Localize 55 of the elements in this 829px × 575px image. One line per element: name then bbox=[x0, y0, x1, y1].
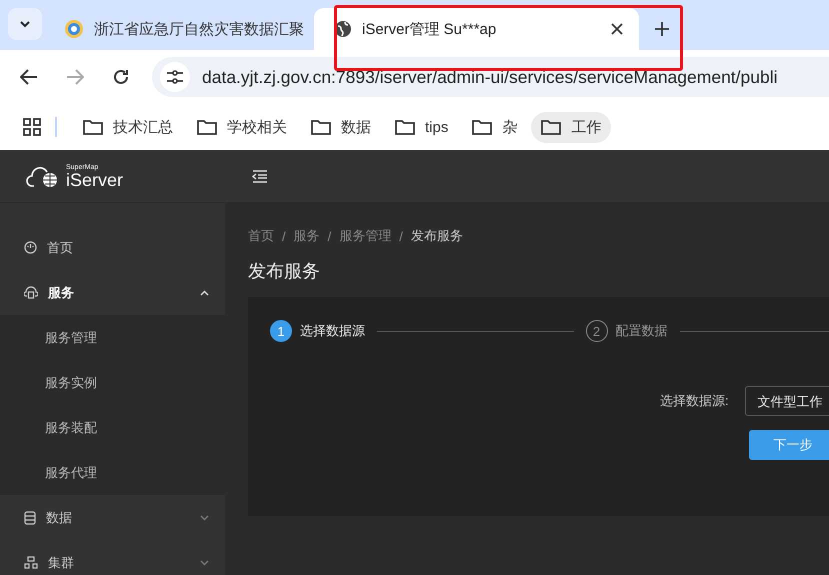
globe-icon bbox=[334, 20, 352, 38]
page-title: 发布服务 bbox=[248, 260, 321, 283]
url-text: data.yjt.zj.gov.cn:7893/iserver/admin-ui/services/serviceManagement/publi bbox=[202, 66, 778, 88]
bookmark[interactable]: 技术汇总 bbox=[73, 112, 183, 142]
new-tab-icon[interactable] bbox=[655, 22, 669, 36]
chevron-down-icon bbox=[200, 560, 209, 566]
breadcrumb-link[interactable]: 服务 bbox=[294, 227, 320, 245]
submenu-item[interactable]: 服务代理 bbox=[0, 450, 225, 495]
folder-icon bbox=[197, 119, 217, 135]
sidebar-item[interactable]: 数据 bbox=[0, 495, 225, 540]
back-icon[interactable] bbox=[20, 69, 38, 85]
apps-grid-icon[interactable] bbox=[23, 118, 41, 136]
step-label: 配置数据 bbox=[616, 322, 668, 340]
step-label: 选择数据源 bbox=[300, 322, 365, 340]
breadcrumb-separator: / bbox=[328, 228, 332, 244]
submenu-item[interactable]: 服务实例 bbox=[0, 360, 225, 405]
reload-icon[interactable] bbox=[112, 68, 130, 86]
folder-icon bbox=[311, 119, 331, 135]
chevron-down-icon bbox=[200, 514, 209, 520]
close-icon[interactable] bbox=[611, 23, 623, 35]
cluster-icon bbox=[24, 556, 38, 569]
chevron-down-icon bbox=[19, 20, 31, 28]
step-number: 1 bbox=[270, 320, 292, 342]
folder-icon bbox=[83, 119, 103, 135]
breadcrumb-link[interactable]: 首页 bbox=[248, 227, 274, 245]
breadcrumb-link[interactable]: 服务管理 bbox=[339, 227, 392, 245]
folder-icon bbox=[472, 119, 492, 135]
cloud-server-icon bbox=[24, 286, 38, 299]
chevron-up-icon bbox=[200, 290, 209, 296]
bookmark[interactable]: 工作 bbox=[531, 112, 612, 142]
site-info-icon[interactable] bbox=[160, 62, 190, 92]
tab-title: 浙江省应急厅自然灾害数据汇聚 bbox=[94, 20, 304, 38]
step-number: 2 bbox=[586, 320, 608, 342]
database-icon bbox=[24, 510, 36, 524]
folder-icon bbox=[395, 119, 415, 135]
dashboard-icon bbox=[24, 241, 37, 254]
browser-tab[interactable]: iServer管理 Su***ap bbox=[314, 8, 639, 50]
folder-icon bbox=[541, 119, 562, 135]
data-source-select[interactable]: 文件型工作 bbox=[744, 386, 829, 416]
bookmark[interactable]: 数据 bbox=[301, 112, 381, 142]
breadcrumb-separator: / bbox=[399, 228, 403, 244]
address-bar[interactable]: data.yjt.zj.gov.cn:7893/iserver/admin-ui/services/serviceManagement/publi bbox=[152, 57, 829, 97]
bookmark[interactable]: 学校相关 bbox=[187, 112, 297, 142]
sidebar-item[interactable]: 首页 bbox=[0, 225, 225, 270]
menu-fold-icon[interactable] bbox=[252, 170, 268, 182]
emblem-icon bbox=[64, 19, 84, 39]
bookmark[interactable]: tips bbox=[385, 112, 458, 142]
breadcrumb-separator: / bbox=[282, 228, 286, 244]
sidebar-item[interactable]: 服务 bbox=[0, 270, 225, 315]
field-label: 选择数据源: bbox=[660, 392, 729, 410]
tab-title: iServer管理 Su***ap bbox=[362, 20, 498, 38]
bookmark[interactable]: 杂 bbox=[462, 112, 528, 142]
submenu-item[interactable]: 服务管理 bbox=[0, 315, 225, 360]
sidebar-item[interactable]: 集群 bbox=[0, 540, 225, 575]
submenu-item[interactable]: 服务装配 bbox=[0, 405, 225, 450]
